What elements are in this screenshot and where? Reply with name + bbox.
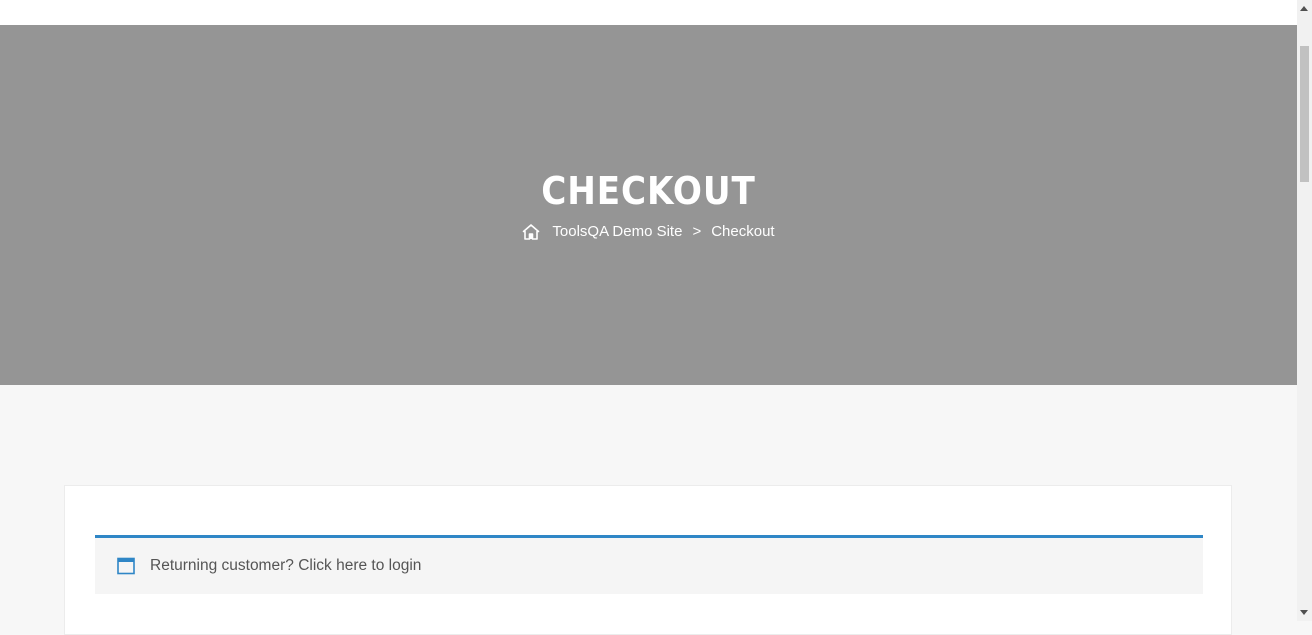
breadcrumb-site-link[interactable]: ToolsQA Demo Site: [552, 222, 682, 242]
page-title: CHECKOUT: [541, 169, 756, 213]
scroll-down-arrow-icon[interactable]: [1300, 610, 1308, 615]
top-header-bar: [0, 0, 1297, 25]
login-link[interactable]: Click here to login: [298, 557, 421, 574]
notice-prefix: Returning customer?: [150, 557, 294, 574]
home-icon[interactable]: [522, 223, 540, 241]
breadcrumb-separator: >: [692, 223, 702, 240]
returning-customer-notice: Returning customer? Click here to login: [95, 535, 1203, 594]
breadcrumb: ToolsQA Demo Site > Checkout: [0, 222, 1297, 242]
notice-text: Returning customer? Click here to login: [150, 557, 421, 575]
scroll-up-arrow-icon[interactable]: [1300, 6, 1308, 11]
window-icon: [117, 557, 135, 575]
breadcrumb-current: Checkout: [711, 223, 775, 240]
vertical-scrollbar[interactable]: [1297, 0, 1312, 621]
scrollbar-thumb[interactable]: [1300, 46, 1309, 182]
page-hero: CHECKOUT ToolsQA Demo Site > Checkout: [0, 25, 1297, 385]
